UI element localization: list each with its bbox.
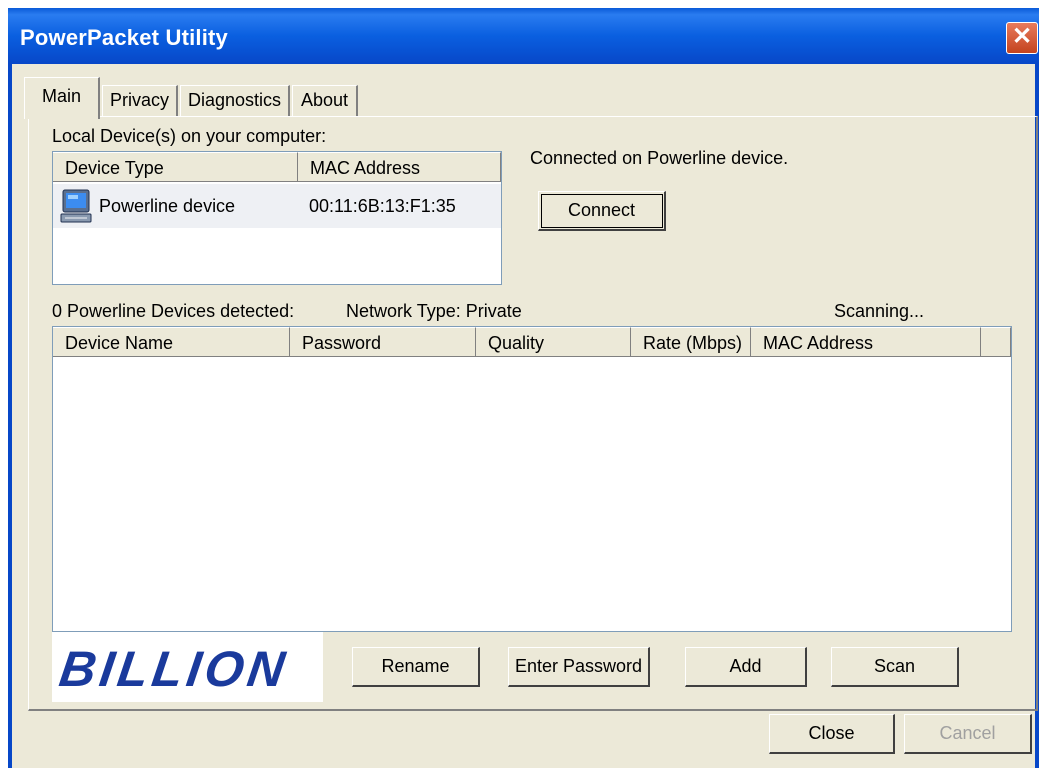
network-type-text: Network Type: Private: [346, 301, 522, 321]
column-header-label: Device Type: [65, 158, 164, 178]
close-icon: ✕: [1011, 23, 1033, 50]
connect-button-label: Connect: [567, 200, 636, 220]
column-header-rate[interactable]: Rate (Mbps): [631, 327, 751, 357]
local-devices-list[interactable]: Device Type MAC Address Powerline device…: [52, 151, 502, 285]
column-header-label: Password: [302, 333, 382, 353]
rename-button[interactable]: Rename: [352, 647, 480, 687]
column-header-password[interactable]: Password: [290, 327, 476, 357]
scan-button-label: Scan: [873, 656, 916, 676]
devices-detected-text: 0 Powerline Devices detected:: [52, 301, 295, 321]
device-type-cell: Powerline device: [99, 196, 236, 216]
powerpacket-window: PowerPacket Utility ✕ Main Privacy Diagn…: [8, 8, 1039, 768]
column-header-device-name[interactable]: Device Name: [53, 327, 290, 357]
table-row[interactable]: Powerline device 00:11:6B:13:F1:35: [53, 184, 501, 228]
cancel-button: Cancel: [904, 714, 1032, 754]
enter-password-button-label: Enter Password: [514, 656, 643, 676]
column-header-label: Device Name: [65, 333, 174, 353]
window-border-left: [8, 64, 12, 768]
cancel-button-label: Cancel: [939, 723, 996, 743]
tab-about-label: About: [300, 90, 349, 110]
powerline-devices-list[interactable]: Device Name Password Quality Rate (Mbps)…: [52, 326, 1012, 632]
column-header-label: MAC Address: [763, 333, 874, 353]
connect-button[interactable]: Connect: [538, 191, 666, 231]
title-bar[interactable]: PowerPacket Utility ✕: [8, 8, 1039, 64]
column-header-label: Quality: [488, 333, 545, 353]
column-header-device-type[interactable]: Device Type: [53, 152, 298, 182]
close-window-button[interactable]: ✕: [1006, 22, 1038, 54]
computer-icon: [59, 188, 93, 224]
column-header-filler: [981, 327, 1011, 357]
column-header-label: MAC Address: [310, 158, 421, 178]
column-header-label: Rate (Mbps): [643, 333, 743, 353]
tab-diagnostics-label: Diagnostics: [187, 90, 282, 110]
window-title: PowerPacket Utility: [20, 25, 228, 50]
rename-button-label: Rename: [381, 656, 450, 676]
local-devices-heading: Local Device(s) on your computer:: [52, 126, 327, 146]
tab-privacy[interactable]: Privacy: [102, 85, 178, 117]
mac-address-cell: 00:11:6B:13:F1:35: [309, 196, 456, 216]
scan-button[interactable]: Scan: [831, 647, 959, 687]
tab-diagnostics[interactable]: Diagnostics: [180, 85, 290, 117]
enter-password-button[interactable]: Enter Password: [508, 647, 650, 687]
close-button[interactable]: Close: [769, 714, 895, 754]
close-button-label: Close: [808, 723, 855, 743]
column-header-mac-address[interactable]: MAC Address: [751, 327, 981, 357]
scanning-status-text: Scanning...: [834, 301, 925, 321]
tab-privacy-label: Privacy: [109, 90, 169, 110]
connection-status-text: Connected on Powerline device.: [530, 148, 789, 168]
add-button-label: Add: [729, 656, 762, 676]
tab-main[interactable]: Main: [24, 77, 100, 119]
tab-main-label: Main: [41, 86, 81, 106]
tab-about[interactable]: About: [292, 85, 358, 117]
column-header-quality[interactable]: Quality: [476, 327, 631, 357]
column-header-mac-address[interactable]: MAC Address: [298, 152, 501, 182]
billion-logo: BILLION: [52, 632, 323, 702]
billion-logo-text: BILLION: [56, 641, 292, 697]
add-button[interactable]: Add: [685, 647, 807, 687]
